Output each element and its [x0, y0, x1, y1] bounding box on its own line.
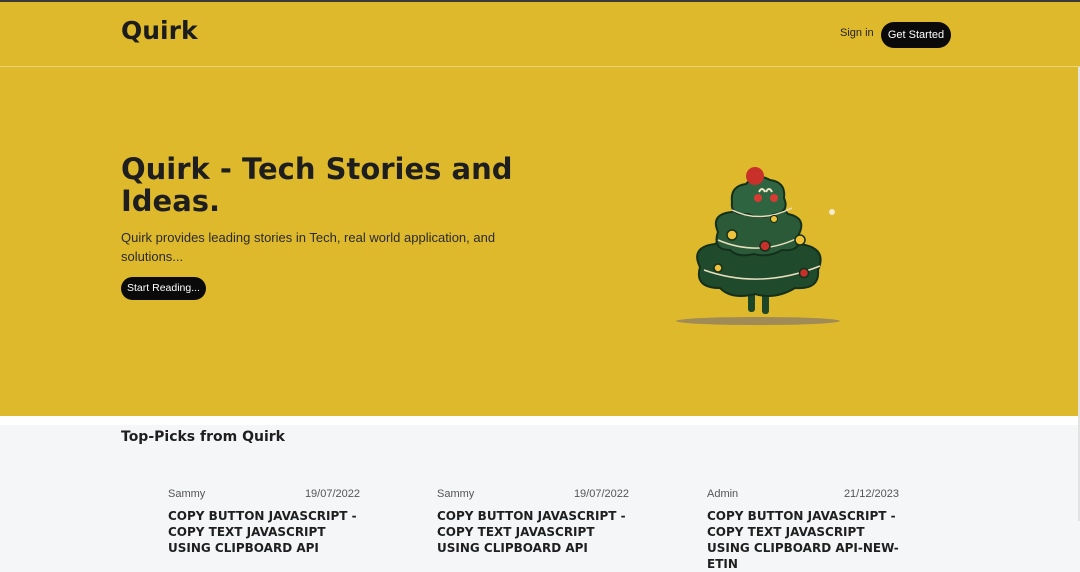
card-title[interactable]: COPY BUTTON JAVASCRIPT - COPY TEXT JAVAS…: [437, 508, 637, 556]
tree-ornament: [794, 234, 806, 246]
tree-ornament: [713, 263, 723, 273]
card-author: Sammy: [437, 488, 475, 500]
tree-hat: [746, 167, 764, 185]
card-date: 19/07/2022: [573, 488, 629, 500]
picks-top-strip: [0, 416, 1080, 425]
card-title[interactable]: COPY BUTTON JAVASCRIPT - COPY TEXT JAVAS…: [707, 508, 907, 572]
top-picks-heading: Top-Picks from Quirk: [121, 429, 285, 445]
sign-in-link[interactable]: Sign in: [840, 27, 874, 39]
tree-cheek: [754, 194, 762, 202]
get-started-button[interactable]: Get Started: [881, 22, 951, 48]
tree-ornament: [759, 240, 771, 252]
hero-section: Quirk - Tech Stories and Ideas. Quirk pr…: [0, 67, 1080, 416]
card-author: Admin: [707, 488, 739, 500]
card-title[interactable]: COPY BUTTON JAVASCRIPT - COPY TEXT JAVAS…: [168, 508, 368, 556]
hero-title: Quirk - Tech Stories and Ideas.: [121, 152, 513, 218]
tree-ornament: [726, 229, 738, 241]
card-date: 21/12/2023: [843, 488, 899, 500]
tree-shadow: [676, 317, 840, 325]
card-date: 19/07/2022: [304, 488, 360, 500]
hero-subtitle: Quirk provides leading stories in Tech, …: [121, 230, 496, 264]
tree-sparkle: [829, 209, 835, 215]
site-logo[interactable]: Quirk: [121, 16, 198, 45]
tree-ornament: [798, 267, 810, 279]
tree-ornament: [770, 215, 778, 223]
top-navbar: Quirk Sign in Get Started: [0, 2, 1080, 67]
tree-cheek: [770, 194, 778, 202]
christmas-tree-illustration: [676, 167, 840, 325]
start-reading-button[interactable]: Start Reading...: [121, 277, 206, 300]
card-author: Sammy: [168, 488, 206, 500]
